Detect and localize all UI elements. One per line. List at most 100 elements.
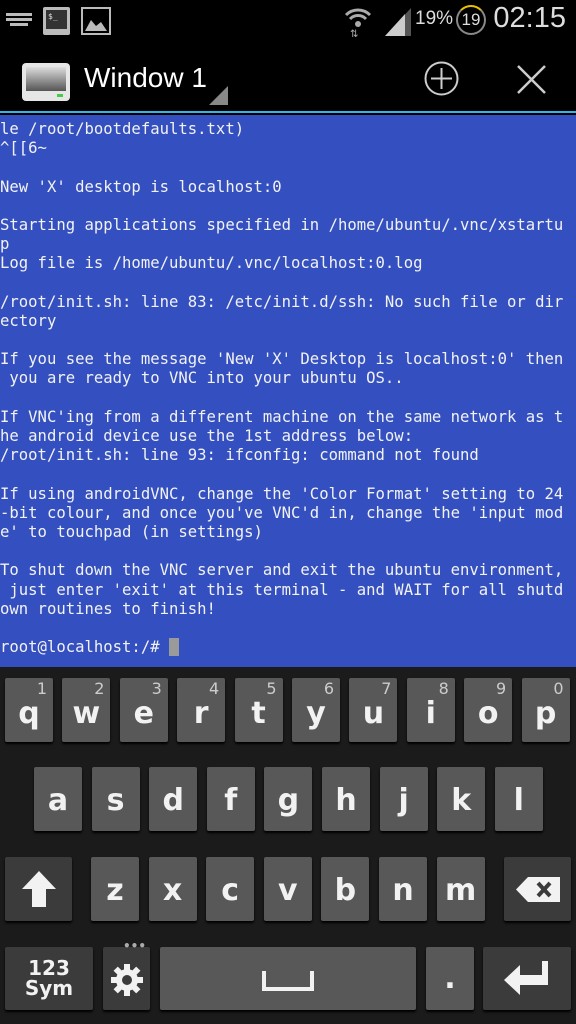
- key-label: n: [392, 873, 414, 908]
- key-j[interactable]: j: [379, 767, 428, 831]
- terminal-line: Starting applications specified in /home…: [0, 215, 564, 234]
- enter-arrow-icon: [504, 961, 548, 995]
- key-label: p: [534, 696, 557, 731]
- key-f[interactable]: f: [206, 767, 255, 831]
- key-label: d: [162, 783, 184, 818]
- terminal-line: /root/init.sh: line 93: ifconfig: comman…: [0, 446, 479, 465]
- key-label: e: [133, 696, 154, 731]
- key-i[interactable]: 8i: [406, 678, 455, 742]
- symbols-key[interactable]: 123 Sym: [5, 947, 93, 1010]
- key-g[interactable]: g: [264, 767, 313, 831]
- status-bar: $_ ⇅ 19% 19 02:15: [0, 0, 576, 40]
- backspace-key[interactable]: [504, 857, 571, 921]
- terminal-line: If you see the message 'New 'X' Desktop …: [0, 350, 564, 369]
- key-o[interactable]: 9o: [464, 678, 513, 742]
- key-b[interactable]: b: [321, 857, 370, 921]
- key-label: o: [477, 696, 499, 731]
- enter-key[interactable]: [483, 947, 571, 1010]
- key-m[interactable]: m: [436, 857, 485, 921]
- key-label: s: [106, 783, 125, 818]
- terminal-line: own routines to finish!: [0, 599, 216, 618]
- key-z[interactable]: z: [91, 857, 139, 921]
- keyboard-icon: [6, 13, 32, 26]
- clock: 02:15: [493, 2, 566, 34]
- key-x[interactable]: x: [148, 857, 197, 921]
- terminal-line: Log file is /home/ubuntu/.vnc/localhost:…: [0, 254, 423, 273]
- key-label: a: [47, 783, 69, 818]
- terminal-line: you are ready to VNC into your ubuntu OS…: [0, 369, 404, 388]
- battery-percent: 19%: [415, 8, 454, 29]
- key-label: c: [221, 873, 240, 908]
- key-p[interactable]: 0p: [521, 678, 570, 742]
- key-n[interactable]: n: [379, 857, 427, 921]
- key-label: v: [278, 873, 298, 908]
- key-s[interactable]: s: [91, 767, 140, 831]
- key-label: z: [106, 873, 124, 908]
- key-period[interactable]: .: [426, 947, 474, 1010]
- terminal-line: To shut down the VNC server and exit the…: [0, 561, 564, 580]
- window-title: Window 1: [84, 62, 207, 93]
- key-k[interactable]: k: [437, 767, 486, 831]
- terminal-line: he android device use the 1st address be…: [0, 427, 414, 445]
- key-r[interactable]: 4r: [177, 678, 226, 742]
- key-label: w: [72, 696, 101, 731]
- key-label: i: [425, 696, 436, 731]
- image-icon: [81, 7, 111, 35]
- key-label: .: [444, 961, 456, 996]
- terminal-line: /root/init.sh: line 83: /etc/init.d/ssh:…: [0, 292, 564, 311]
- key-l[interactable]: l: [494, 767, 543, 831]
- key-label: f: [224, 783, 238, 818]
- terminal-line: -bit colour, and once you've VNC'd in, c…: [0, 503, 564, 522]
- svg-text:⇅: ⇅: [350, 29, 358, 37]
- settings-key[interactable]: •••: [103, 939, 150, 1010]
- key-label: q: [18, 696, 40, 731]
- key-label: t: [251, 696, 266, 731]
- key-label: r: [193, 696, 209, 731]
- key-q[interactable]: 1q: [5, 678, 53, 742]
- shift-key[interactable]: [5, 857, 72, 921]
- key-label: x: [162, 873, 183, 908]
- close-icon[interactable]: [517, 65, 546, 94]
- key-a[interactable]: a: [34, 767, 82, 831]
- key-c[interactable]: c: [206, 857, 255, 921]
- terminal-output[interactable]: le /root/bootdefaults.txt) ^[[6~ New 'X' d…: [0, 115, 576, 667]
- terminal-window-icon: [22, 63, 70, 101]
- terminal-prompt: root@localhost:/#: [0, 638, 169, 657]
- notification-count-badge[interactable]: 19: [456, 5, 486, 35]
- more-dots-icon: •••: [122, 939, 146, 953]
- svg-text:$_: $_: [48, 12, 58, 21]
- wifi-icon: ⇅: [344, 8, 372, 37]
- window-selector-dropdown[interactable]: Window 1: [84, 40, 230, 110]
- key-label: u: [362, 696, 385, 731]
- key-h[interactable]: h: [322, 767, 370, 831]
- key-label: b: [334, 873, 357, 908]
- terminal-line: ^[[6~: [0, 139, 47, 158]
- space-bar-icon: [262, 971, 314, 991]
- terminal-line: p: [0, 235, 10, 254]
- key-label: h: [335, 783, 357, 818]
- key-label: j: [398, 783, 409, 818]
- terminal-line: e' to touchpad (in settings): [0, 522, 263, 541]
- space-key[interactable]: [160, 947, 416, 1010]
- key-label: m: [444, 873, 477, 908]
- key-y[interactable]: 6y: [292, 678, 340, 742]
- key-t[interactable]: 5t: [234, 678, 283, 742]
- key-e[interactable]: 3e: [119, 678, 168, 742]
- terminal-icon: $_: [43, 7, 70, 35]
- key-w[interactable]: 2w: [62, 678, 111, 742]
- key-v[interactable]: v: [263, 857, 312, 921]
- soft-keyboard: 1q2w3e4r5t6y7u8i9o0p a s d f gh j k l z x c v bnm 123…: [0, 667, 576, 1024]
- key-u[interactable]: 7u: [349, 678, 398, 742]
- terminal-line: If VNC'ing from a different machine on t…: [0, 407, 564, 426]
- key-d[interactable]: d: [149, 767, 198, 831]
- plus-circle-icon[interactable]: [424, 61, 459, 96]
- terminal-cursor: [169, 638, 179, 657]
- action-bar: Window 1: [0, 40, 576, 113]
